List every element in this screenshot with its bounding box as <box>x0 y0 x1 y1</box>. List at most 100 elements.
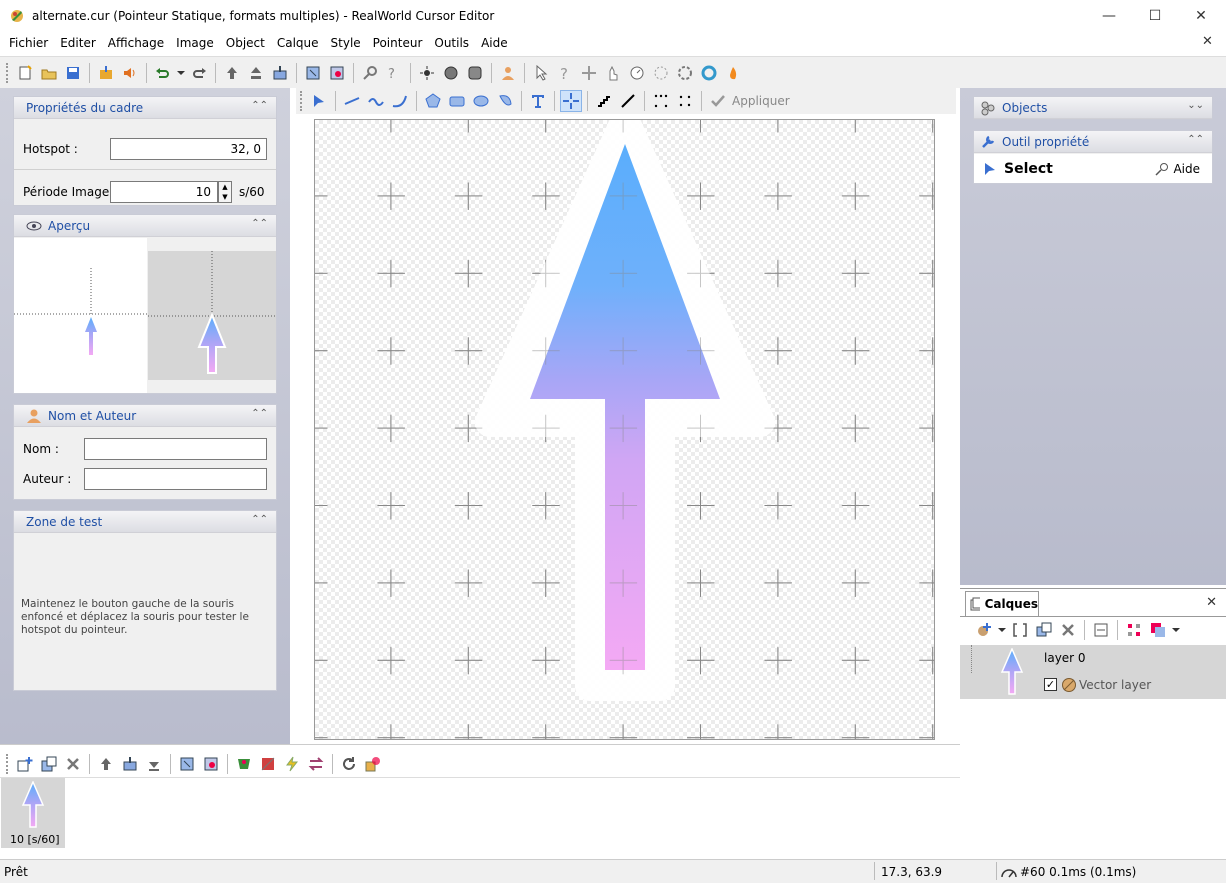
menu-object[interactable]: Object <box>220 31 271 55</box>
test-zone-header[interactable]: Zone de test ⌃⌃ <box>14 511 276 533</box>
shape-tool-icon[interactable] <box>494 90 516 112</box>
preview-header[interactable]: Aperçu ⌃⌃ <box>14 215 276 237</box>
spinner-cursor-icon[interactable] <box>674 62 696 84</box>
hotspot-tool-icon[interactable] <box>560 90 582 112</box>
frame-properties-header[interactable]: Propriétés du cadre ⌃⌃ <box>14 97 276 119</box>
fire-cursor-icon[interactable] <box>722 62 744 84</box>
expand-icon[interactable]: ⌄⌄ <box>1187 100 1204 111</box>
text-tool-icon[interactable] <box>527 90 549 112</box>
layer-name[interactable]: layer 0 <box>1044 651 1086 665</box>
delete-layer-icon[interactable] <box>1057 619 1079 641</box>
frame-insert-icon[interactable] <box>119 753 141 775</box>
layer-up-icon[interactable] <box>269 62 291 84</box>
redo-icon[interactable] <box>188 62 210 84</box>
menu-image[interactable]: Image <box>170 31 220 55</box>
apply-button[interactable]: Appliquer <box>732 94 790 108</box>
drawing-canvas[interactable] <box>314 107 935 740</box>
palette-icon[interactable] <box>233 753 255 775</box>
busy-cursor-icon[interactable] <box>650 62 672 84</box>
add-layer-icon[interactable] <box>973 619 995 641</box>
collapse-icon[interactable]: ⌃⌃ <box>251 100 268 111</box>
move-cursor-icon[interactable] <box>578 62 600 84</box>
effects-icon[interactable] <box>326 62 348 84</box>
undo-dropdown-icon[interactable] <box>176 62 186 84</box>
clock-cursor-icon[interactable] <box>626 62 648 84</box>
duplicate-layer-icon[interactable] <box>1033 619 1055 641</box>
menu-fichier[interactable]: Fichier <box>3 31 54 55</box>
author-input[interactable] <box>84 468 267 490</box>
lightning-icon[interactable] <box>281 753 303 775</box>
menu-pointeur[interactable]: Pointeur <box>367 31 429 55</box>
help-cursor-icon[interactable]: ? <box>383 62 405 84</box>
layers-close-icon[interactable]: ✕ <box>1206 595 1217 610</box>
menu-editer[interactable]: Editer <box>54 31 102 55</box>
close-button[interactable]: ✕ <box>1178 0 1224 31</box>
mdi-close-icon[interactable]: ✕ <box>1202 35 1214 48</box>
add-layer-dropdown-icon[interactable] <box>997 619 1007 641</box>
bracket-icon[interactable] <box>1009 619 1031 641</box>
duplicate-frame-icon[interactable] <box>38 753 60 775</box>
collapse-icon[interactable]: ⌃⌃ <box>251 408 268 419</box>
help-button[interactable]: Aide <box>1155 162 1200 176</box>
brightness-icon[interactable] <box>416 62 438 84</box>
bezier-tool-icon[interactable] <box>389 90 411 112</box>
tab-calques[interactable]: Calques <box>965 591 1039 616</box>
curve-tool-icon[interactable] <box>365 90 387 112</box>
undo-icon[interactable] <box>152 62 174 84</box>
maximize-button[interactable]: ☐ <box>1132 0 1178 31</box>
merge-layer-icon[interactable] <box>1090 619 1112 641</box>
collapse-icon[interactable]: ⌃⌃ <box>1187 134 1204 145</box>
resize-icon[interactable] <box>302 62 324 84</box>
color-frame-icon[interactable] <box>257 753 279 775</box>
toolbar-grip[interactable] <box>6 754 9 774</box>
polygon-tool-icon[interactable] <box>422 90 444 112</box>
question-cursor-icon[interactable]: ? <box>554 62 576 84</box>
menu-calque[interactable]: Calque <box>271 31 325 55</box>
ellipse-tool-icon[interactable] <box>470 90 492 112</box>
rectangle-tool-icon[interactable] <box>446 90 468 112</box>
new-file-icon[interactable] <box>14 62 36 84</box>
sound-icon[interactable] <box>119 62 141 84</box>
pixel-line-icon[interactable] <box>593 90 615 112</box>
tool-property-header[interactable]: Outil propriété ⌃⌃ <box>974 131 1212 153</box>
toolbar-grip[interactable] <box>6 63 9 83</box>
collapse-icon[interactable]: ⌃⌃ <box>251 514 268 525</box>
period-spinner[interactable]: ▲ ▼ <box>218 181 232 203</box>
frame-down-icon[interactable] <box>143 753 165 775</box>
collapse-icon[interactable]: ⌃⌃ <box>251 218 268 229</box>
delete-frame-icon[interactable] <box>62 753 84 775</box>
period-input[interactable]: 10 <box>110 181 218 203</box>
dots-sparse-icon[interactable] <box>650 90 672 112</box>
line-tool-icon[interactable] <box>341 90 363 112</box>
layer-effects-icon[interactable] <box>1123 619 1145 641</box>
frame-resize-icon[interactable] <box>176 753 198 775</box>
export-icon[interactable] <box>95 62 117 84</box>
open-folder-icon[interactable] <box>38 62 60 84</box>
blend-mode-icon[interactable] <box>1147 619 1169 641</box>
zoom-icon[interactable] <box>359 62 381 84</box>
user-icon[interactable] <box>497 62 519 84</box>
test-zone-hint[interactable]: Maintenez le bouton gauche de la souris … <box>21 598 271 637</box>
new-frame-icon[interactable] <box>14 753 36 775</box>
frame-effects-icon[interactable] <box>200 753 222 775</box>
smooth-line-icon[interactable] <box>617 90 639 112</box>
rotate-up-icon[interactable] <box>221 62 243 84</box>
arrow-cursor-icon[interactable] <box>530 62 552 84</box>
name-author-header[interactable]: Nom et Auteur ⌃⌃ <box>14 405 276 427</box>
shape-gray-icon[interactable] <box>464 62 486 84</box>
move-up-icon[interactable] <box>245 62 267 84</box>
swap-frames-icon[interactable] <box>305 753 327 775</box>
objects-header[interactable]: Objects ⌄⌄ <box>974 97 1212 119</box>
name-input[interactable] <box>84 438 267 460</box>
layer-visible-checkbox[interactable]: ✓ <box>1044 678 1057 691</box>
canvas-drawing[interactable] <box>315 107 934 739</box>
hotspot-input[interactable]: 32, 0 <box>110 138 267 160</box>
circle-gray-icon[interactable] <box>440 62 462 84</box>
select-tool-icon[interactable] <box>308 90 330 112</box>
menu-affichage[interactable]: Affichage <box>102 31 170 55</box>
frame-thumbnail-1[interactable]: 10 [s/60] <box>1 778 65 848</box>
dots-dense-icon[interactable] <box>674 90 696 112</box>
layer-row[interactable]: layer 0 ✓ Vector layer <box>960 645 1226 699</box>
save-icon[interactable] <box>62 62 84 84</box>
menu-aide[interactable]: Aide <box>475 31 514 55</box>
